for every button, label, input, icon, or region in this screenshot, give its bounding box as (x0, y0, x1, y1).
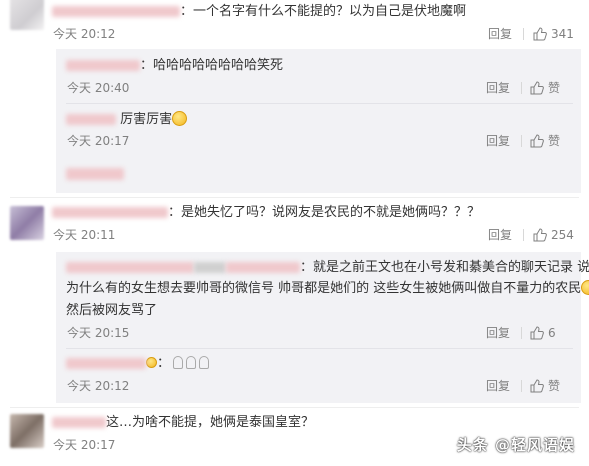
reply-text: ：哈哈哈哈哈哈哈哈笑死 (66, 57, 283, 75)
username-redacted[interactable] (66, 60, 140, 71)
username-redacted[interactable] (66, 358, 146, 369)
like-button[interactable]: 赞 (530, 133, 560, 149)
timestamp: 今天 20:15 (67, 326, 130, 340)
like-button[interactable]: 赞 (530, 378, 560, 394)
like-button[interactable]: 254 (533, 227, 574, 243)
timestamp: 今天 20:11 (53, 228, 116, 242)
comment-text: ：一个名字有什么不能提的？以为自己是伏地魔啊 (52, 3, 466, 21)
like-button[interactable]: 赞 (530, 80, 560, 96)
action-separator (523, 229, 524, 241)
avatar[interactable] (10, 414, 44, 448)
username-redacted[interactable] (66, 114, 116, 125)
reply-button[interactable]: 回复 (488, 227, 512, 243)
thumbs-up-icon (530, 134, 544, 148)
reply-text: 厉害厉害 (66, 111, 188, 129)
thumbs-up-icon (533, 27, 547, 41)
username-redacted[interactable] (52, 207, 168, 218)
like-count: 254 (551, 228, 574, 242)
divider (66, 348, 573, 349)
avatar[interactable] (10, 206, 44, 240)
username-redacted[interactable] (66, 262, 194, 273)
watermark: 头条 @轻风语娱 (456, 436, 575, 454)
like-label: 赞 (548, 379, 561, 393)
reply-text: ： (66, 355, 210, 373)
thumbs-up-icon (530, 326, 544, 340)
more-replies-link[interactable] (66, 168, 124, 180)
reply-button[interactable]: 回复 (488, 26, 512, 42)
action-separator (521, 380, 522, 392)
username-redacted[interactable] (52, 6, 180, 17)
comment-text: 这…为啥不能提，她俩是泰国皇室？ (52, 414, 314, 432)
like-button[interactable]: 6 (530, 325, 556, 341)
divider (10, 197, 579, 198)
reply-text: ：就是之前王文也在小号发和綦美合的聊天记录 说 (66, 259, 589, 277)
divider (10, 407, 579, 408)
like-count: 6 (548, 326, 556, 340)
reply-text-line: 然后被网友骂了 (66, 303, 158, 318)
like-label: 赞 (548, 81, 561, 95)
thinking-face-icon (172, 111, 188, 126)
timestamp: 今天 20:12 (67, 379, 130, 393)
thumbs-up-icon (530, 81, 544, 95)
thumbs-up-icon (533, 228, 547, 242)
like-count: 341 (551, 27, 574, 41)
action-separator (521, 327, 522, 339)
action-separator (521, 82, 522, 94)
comment-text: ：是她失忆了吗？说网友是农民的不就是她俩吗？？？ (52, 204, 480, 222)
ghost-icon (173, 356, 184, 369)
ghost-icon (186, 356, 197, 369)
emoji-icon (146, 357, 157, 368)
timestamp: 今天 20:40 (67, 81, 130, 95)
timestamp: 今天 20:17 (67, 134, 130, 148)
like-button[interactable]: 341 (533, 26, 574, 42)
reply-button[interactable]: 回复 (486, 133, 510, 149)
action-separator (523, 28, 524, 40)
action-separator (521, 135, 522, 147)
thumbs-up-icon (530, 379, 544, 393)
reply-button[interactable]: 回复 (486, 378, 510, 394)
like-label: 赞 (548, 134, 561, 148)
ghost-icon (199, 356, 210, 369)
reply-text-line: 为什么有的女生想去要帅哥的微信号 帅哥都是她们的 这些女生被她俩叫做自不量力的农… (66, 280, 589, 298)
reply-button[interactable]: 回复 (486, 80, 510, 96)
username-redacted[interactable] (52, 417, 106, 428)
divider (66, 103, 573, 104)
avatar[interactable] (10, 0, 44, 30)
sweat-smile-icon (581, 280, 589, 295)
timestamp: 今天 20:17 (53, 438, 116, 452)
reply-button[interactable]: 回复 (486, 325, 510, 341)
timestamp: 今天 20:12 (53, 27, 116, 41)
